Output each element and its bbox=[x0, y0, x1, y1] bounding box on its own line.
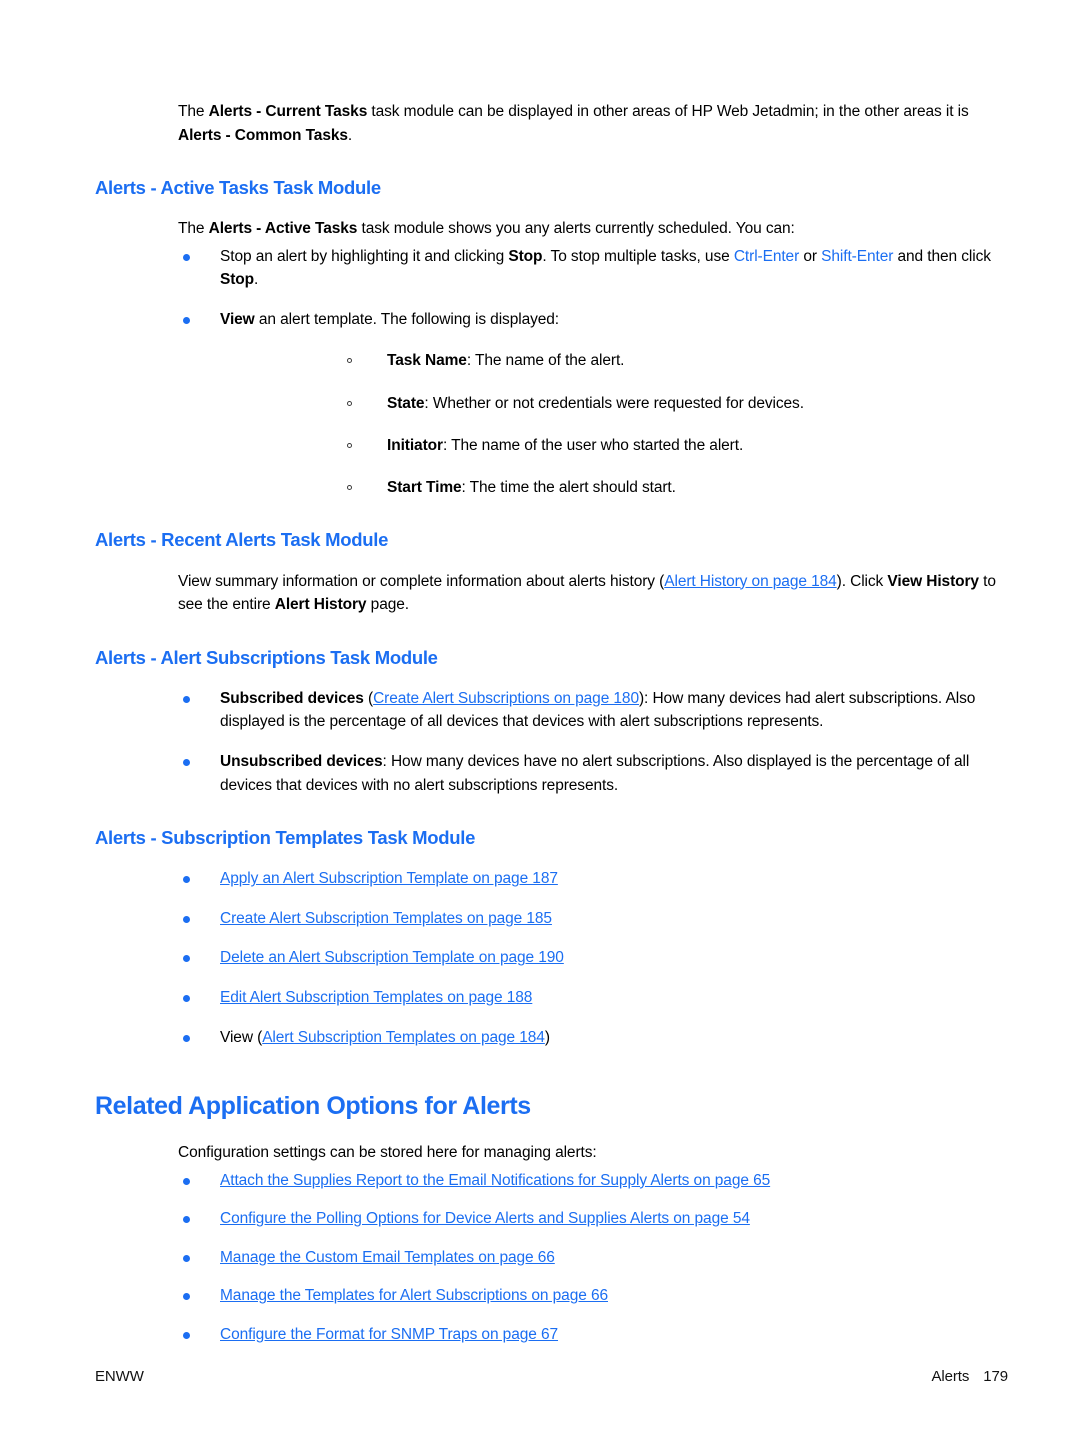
list-item: Configure the Polling Options for Device… bbox=[95, 1207, 1008, 1231]
link-configure-format-snmp-traps-67[interactable]: Configure the Format for SNMP Traps on p… bbox=[220, 1326, 558, 1343]
link-alert-history-184[interactable]: Alert History on page 184 bbox=[664, 573, 837, 590]
list-item: Manage the Custom Email Templates on pag… bbox=[95, 1246, 1008, 1270]
recent-part-4: page. bbox=[366, 596, 409, 614]
bullet-view-template: View an alert template. The following is… bbox=[95, 308, 1008, 500]
stop-bold-1: Stop bbox=[508, 247, 543, 265]
view-bold: View bbox=[220, 310, 255, 328]
footer-left-enww: ENWW bbox=[95, 1368, 144, 1385]
active-intro-bold: Alerts - Active Tasks bbox=[208, 220, 358, 238]
bullet-stop-alert: Stop an alert by highlighting it and cli… bbox=[95, 245, 1008, 292]
related-options-intro: Configuration settings can be stored her… bbox=[178, 1144, 597, 1162]
link-manage-templates-alert-subscriptions-66[interactable]: Manage the Templates for Alert Subscript… bbox=[220, 1287, 608, 1304]
stop-part-1: Stop an alert by highlighting it and cli… bbox=[220, 247, 509, 265]
intro-suffix: . bbox=[347, 126, 353, 144]
bullet-subscribed-devices: Subscribed devices (Create Alert Subscri… bbox=[95, 687, 1008, 734]
subbullet-desc-initiator: : The name of the user who started the a… bbox=[442, 436, 744, 454]
recent-alerts-paragraph: View summary information or complete inf… bbox=[95, 570, 1008, 617]
intro-prefix: The bbox=[178, 103, 209, 120]
link-create-alert-subscription-templates-185[interactable]: Create Alert Subscription Templates on p… bbox=[220, 910, 552, 927]
active-tasks-intro: The Alerts - Active Tasks task module sh… bbox=[95, 217, 1008, 241]
stop-part-3: or bbox=[799, 247, 822, 265]
intro-bold-current-tasks: Alerts - Current Tasks bbox=[208, 103, 368, 120]
list-item: Create Alert Subscription Templates on p… bbox=[95, 907, 1008, 931]
heading-alert-subscriptions: Alerts - Alert Subscriptions Task Module bbox=[95, 646, 438, 668]
subbullet-term-start-time: Start Time bbox=[387, 479, 462, 497]
subbullet-desc-state: : Whether or not credentials were reques… bbox=[424, 394, 804, 412]
heading-subscription-templates: Alerts - Subscription Templates Task Mod… bbox=[95, 827, 476, 849]
subscribed-part-1: ( bbox=[363, 689, 374, 707]
subbullet-start-time: Start Time: The time the alert should st… bbox=[220, 476, 1008, 499]
active-intro-suffix: task module shows you any alerts current… bbox=[357, 220, 795, 238]
page-content: The Alerts - Current Tasks task module c… bbox=[0, 0, 1080, 1361]
heading-recent-alerts: Alerts - Recent Alerts Task Module bbox=[95, 529, 389, 551]
link-manage-custom-email-templates-66[interactable]: Manage the Custom Email Templates on pag… bbox=[220, 1249, 555, 1266]
intro-middle: task module can be displayed in other ar… bbox=[367, 103, 969, 120]
recent-part-2: ). Click bbox=[836, 572, 888, 590]
subbullet-term-state: State bbox=[387, 394, 425, 412]
stop-bold-2: Stop bbox=[220, 271, 255, 289]
subscription-templates-link-list: Apply an Alert Subscription Template on … bbox=[95, 867, 1008, 1049]
link-suffix-view: ) bbox=[544, 1028, 550, 1046]
link-alert-subscription-templates-184[interactable]: Alert Subscription Templates on page 184 bbox=[262, 1029, 545, 1046]
subbullet-term-task-name: Task Name bbox=[387, 352, 467, 370]
unsubscribed-bold: Unsubscribed devices bbox=[220, 753, 383, 771]
subbullet-task-name: Task Name: The name of the alert. bbox=[220, 349, 1008, 372]
subscribed-bold: Subscribed devices bbox=[220, 689, 364, 707]
recent-part-1: View summary information or complete inf… bbox=[178, 572, 665, 590]
subbullet-desc-task-name: : The name of the alert. bbox=[466, 352, 625, 370]
subbullet-term-initiator: Initiator bbox=[387, 436, 443, 454]
list-item: Attach the Supplies Report to the Email … bbox=[95, 1169, 1008, 1193]
subbullet-desc-start-time: : The time the alert should start. bbox=[461, 479, 676, 497]
link-create-alert-subscriptions-180[interactable]: Create Alert Subscriptions on page 180 bbox=[373, 690, 639, 707]
footer-chapter-label: Alerts bbox=[931, 1368, 970, 1385]
list-item: View (Alert Subscription Templates on pa… bbox=[95, 1026, 1008, 1050]
stop-part-4: and then click bbox=[893, 247, 991, 265]
link-delete-alert-subscription-template-190[interactable]: Delete an Alert Subscription Template on… bbox=[220, 949, 564, 966]
related-options-link-list: Attach the Supplies Report to the Email … bbox=[95, 1169, 1008, 1347]
page-footer: ENWW Alerts 179 bbox=[95, 1368, 1008, 1385]
link-configure-polling-options-54[interactable]: Configure the Polling Options for Device… bbox=[220, 1210, 750, 1227]
link-prefix-view: View ( bbox=[220, 1028, 263, 1046]
view-suffix: an alert template. The following is disp… bbox=[254, 310, 559, 328]
heading-active-tasks: Alerts - Active Tasks Task Module bbox=[95, 177, 381, 199]
link-apply-alert-subscription-template-187[interactable]: Apply an Alert Subscription Template on … bbox=[220, 870, 558, 887]
document-page: The Alerts - Current Tasks task module c… bbox=[0, 0, 1080, 1437]
intro-bold-common-tasks: Alerts - Common Tasks bbox=[178, 126, 348, 144]
stop-part-2: . To stop multiple tasks, use bbox=[542, 247, 734, 265]
list-item: Delete an Alert Subscription Template on… bbox=[95, 946, 1008, 970]
link-shift-enter[interactable]: Shift-Enter bbox=[821, 248, 893, 265]
bullet-unsubscribed-devices: Unsubscribed devices: How many devices h… bbox=[95, 750, 1008, 797]
link-ctrl-enter[interactable]: Ctrl-Enter bbox=[734, 248, 799, 265]
subbullet-initiator: Initiator: The name of the user who star… bbox=[220, 434, 1008, 457]
recent-bold-view-history: View History bbox=[887, 572, 979, 590]
list-item: Manage the Templates for Alert Subscript… bbox=[95, 1284, 1008, 1308]
subbullet-state: State: Whether or not credentials were r… bbox=[220, 392, 1008, 415]
list-item: Edit Alert Subscription Templates on pag… bbox=[95, 986, 1008, 1010]
active-tasks-subbullet-list: Task Name: The name of the alert. State:… bbox=[220, 349, 1008, 499]
list-item: Configure the Format for SNMP Traps on p… bbox=[95, 1323, 1008, 1347]
stop-part-5: . bbox=[254, 271, 259, 289]
active-intro-prefix: The bbox=[178, 220, 209, 238]
list-item: Apply an Alert Subscription Template on … bbox=[95, 867, 1008, 891]
heading-related-application-options: Related Application Options for Alerts bbox=[95, 1092, 531, 1121]
alert-subscriptions-bullet-list: Subscribed devices (Create Alert Subscri… bbox=[95, 687, 1008, 797]
footer-right: Alerts 179 bbox=[931, 1368, 1009, 1385]
footer-page-number: 179 bbox=[983, 1368, 1008, 1385]
recent-bold-alert-history: Alert History bbox=[274, 596, 367, 614]
link-edit-alert-subscription-templates-188[interactable]: Edit Alert Subscription Templates on pag… bbox=[220, 989, 532, 1006]
intro-paragraph: The Alerts - Current Tasks task module c… bbox=[95, 100, 1008, 147]
active-tasks-bullet-list: Stop an alert by highlighting it and cli… bbox=[95, 245, 1008, 500]
link-attach-supplies-report-65[interactable]: Attach the Supplies Report to the Email … bbox=[220, 1172, 770, 1189]
